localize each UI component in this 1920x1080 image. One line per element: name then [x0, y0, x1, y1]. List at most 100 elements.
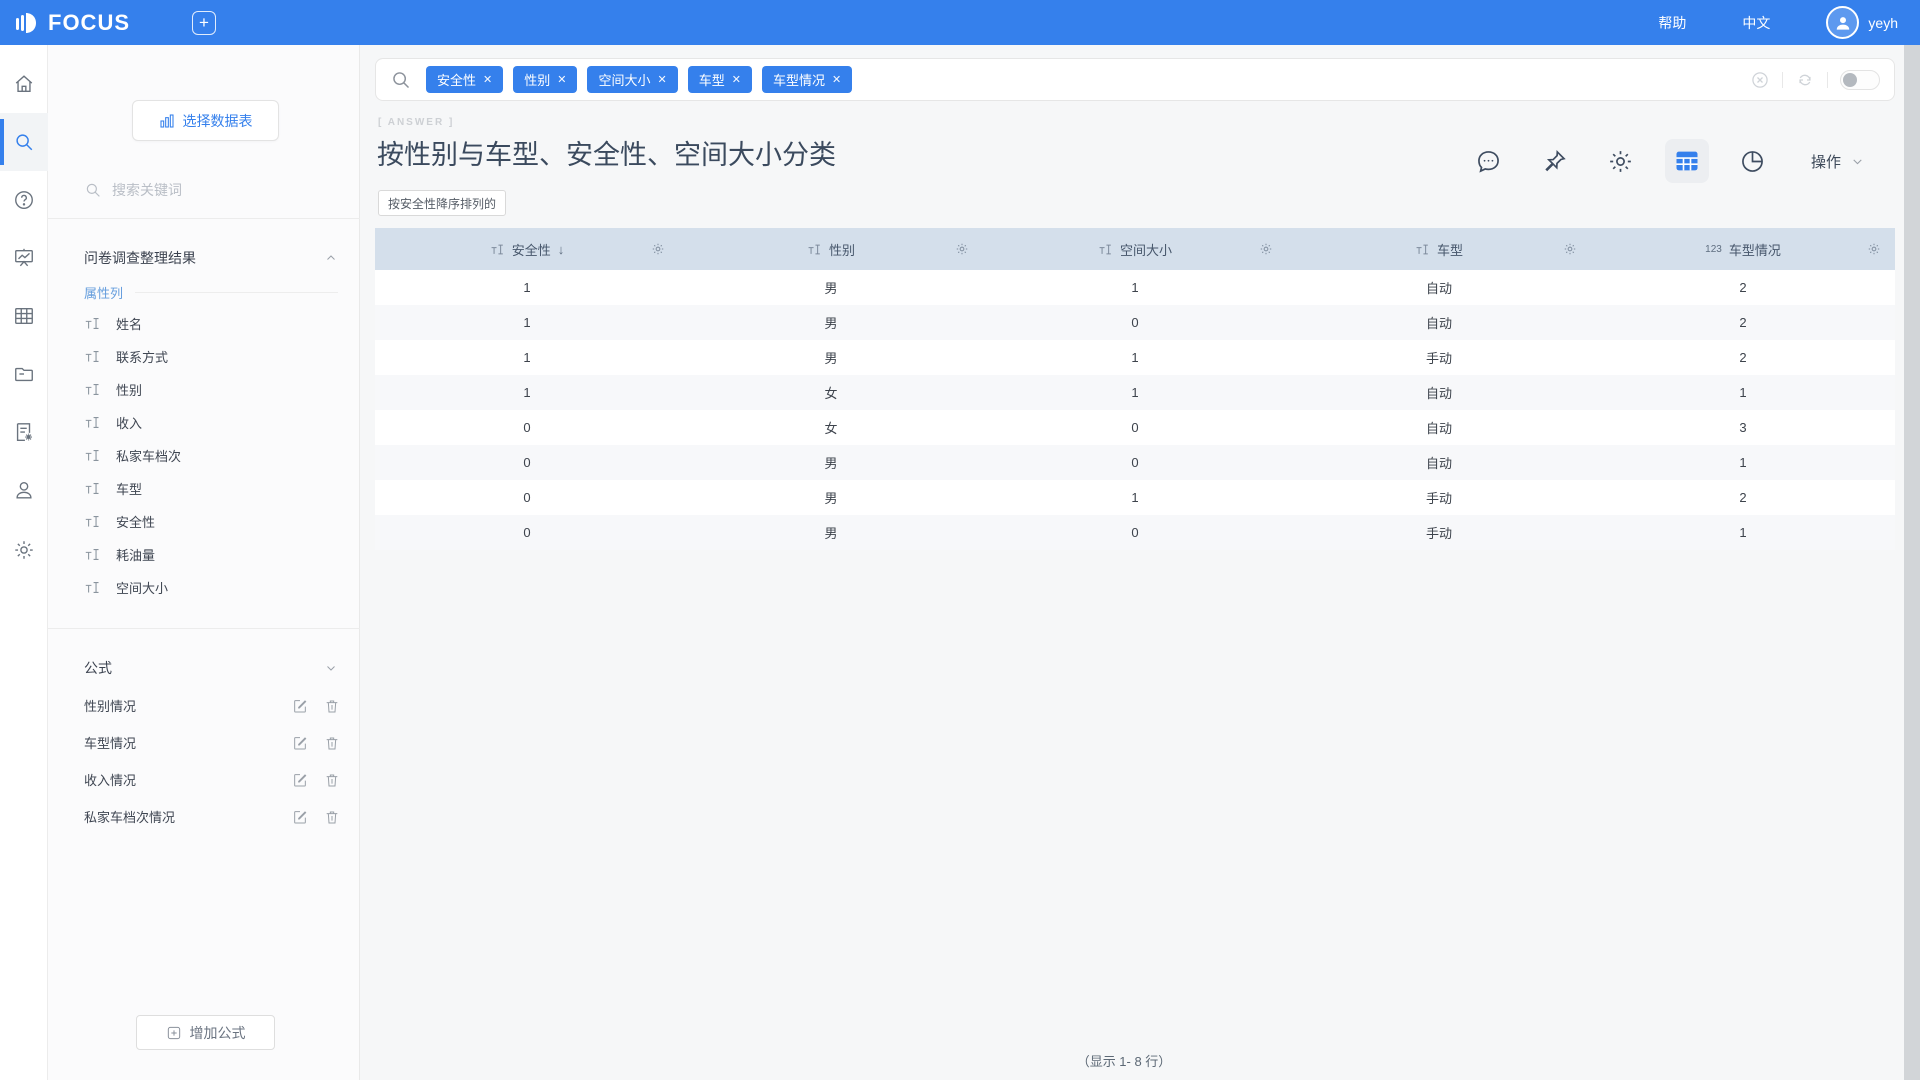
- close-icon[interactable]: ✕: [557, 73, 566, 86]
- close-icon[interactable]: ✕: [483, 73, 492, 86]
- attribute-type-icon: [84, 579, 101, 596]
- nav-data-table[interactable]: [0, 287, 48, 345]
- dataset-title: 问卷调查整理结果: [84, 248, 196, 268]
- nav-folder[interactable]: [0, 345, 48, 403]
- attribute-item[interactable]: 车型: [84, 472, 338, 505]
- column-gear-icon[interactable]: [1867, 242, 1881, 256]
- column-header[interactable]: 性别: [679, 228, 983, 270]
- vertical-scrollbar[interactable]: [1904, 45, 1920, 1080]
- attribute-type-icon: [807, 242, 822, 257]
- attribute-type-icon: [490, 242, 505, 257]
- language-link[interactable]: 中文: [1742, 13, 1770, 33]
- edit-icon[interactable]: [292, 772, 308, 788]
- select-datatable-button[interactable]: 选择数据表: [132, 100, 279, 141]
- query-tag[interactable]: 性别✕: [513, 66, 577, 93]
- formula-item[interactable]: 收入情况: [84, 761, 340, 798]
- presentation-chart-icon: [13, 247, 35, 269]
- table-row[interactable]: 0女0自动3: [375, 410, 1895, 445]
- query-searchbar[interactable]: 安全性✕ 性别✕ 空间大小✕ 车型✕ 车型情况✕: [375, 58, 1895, 101]
- close-icon[interactable]: ✕: [657, 73, 666, 86]
- formula-section-header[interactable]: 公式: [84, 658, 337, 678]
- close-icon[interactable]: ✕: [732, 73, 741, 86]
- nav-home[interactable]: [0, 55, 48, 113]
- table-row[interactable]: 1男1自动2: [375, 270, 1895, 305]
- table-row[interactable]: 0男0手动1: [375, 515, 1895, 550]
- table-row[interactable]: 0男1手动2: [375, 480, 1895, 515]
- column-header[interactable]: 123 车型情况: [1591, 228, 1895, 270]
- sidebar: 选择数据表 搜索关键词 问卷调查整理结果 属性列 姓名 联系方式 性别 收入 私…: [48, 45, 360, 1080]
- formula-item[interactable]: 性别情况: [84, 687, 340, 724]
- table-row[interactable]: 1女1自动1: [375, 375, 1895, 410]
- query-tag[interactable]: 空间大小✕: [587, 66, 677, 93]
- sort-description-chip: 按安全性降序排列的: [378, 190, 506, 216]
- table-row[interactable]: 0男0自动1: [375, 445, 1895, 480]
- attribute-type-icon: [84, 381, 101, 398]
- attribute-type-icon: [84, 546, 101, 563]
- attribute-type-icon: [84, 348, 101, 365]
- auto-run-toggle[interactable]: [1840, 70, 1880, 90]
- keyword-search-input[interactable]: 搜索关键词: [84, 180, 324, 200]
- attribute-item[interactable]: 性别: [84, 373, 338, 406]
- settings-button[interactable]: [1599, 139, 1643, 183]
- edit-icon[interactable]: [292, 735, 308, 751]
- nav-report-config[interactable]: [0, 403, 48, 461]
- formula-item[interactable]: 私家车档次情况: [84, 798, 340, 835]
- keyword-search-placeholder: 搜索关键词: [112, 180, 182, 200]
- column-gear-icon[interactable]: [1259, 242, 1273, 256]
- divider: [135, 292, 338, 293]
- attribute-item[interactable]: 收入: [84, 406, 338, 439]
- attribute-item[interactable]: 私家车档次: [84, 439, 338, 472]
- attribute-item[interactable]: 姓名: [84, 307, 338, 340]
- answer-actions: 操作: [1445, 139, 1864, 183]
- chart-view-button[interactable]: [1731, 139, 1775, 183]
- attribute-item[interactable]: 安全性: [84, 505, 338, 538]
- divider: [1782, 72, 1783, 88]
- nav-settings[interactable]: [0, 521, 48, 579]
- nav-search[interactable]: [0, 113, 48, 171]
- table-view-button[interactable]: [1665, 139, 1709, 183]
- close-icon[interactable]: ✕: [832, 73, 841, 86]
- column-header[interactable]: 安全性 ↓: [375, 228, 679, 270]
- nav-help[interactable]: [0, 171, 48, 229]
- table-row[interactable]: 1男1手动2: [375, 340, 1895, 375]
- query-tag[interactable]: 安全性✕: [426, 66, 503, 93]
- column-gear-icon[interactable]: [651, 242, 665, 256]
- formula-item[interactable]: 车型情况: [84, 724, 340, 761]
- nav-rail: [0, 45, 48, 1080]
- attribute-item[interactable]: 耗油量: [84, 538, 338, 571]
- nav-dashboard[interactable]: [0, 229, 48, 287]
- operate-dropdown[interactable]: 操作: [1811, 151, 1864, 172]
- column-gear-icon[interactable]: [1563, 242, 1577, 256]
- add-formula-button[interactable]: 增加公式: [136, 1015, 275, 1050]
- delete-icon[interactable]: [324, 772, 340, 788]
- delete-icon[interactable]: [324, 809, 340, 825]
- dataset-section-header[interactable]: 问卷调查整理结果: [84, 248, 337, 268]
- column-header[interactable]: 车型: [1287, 228, 1591, 270]
- help-link[interactable]: 帮助: [1658, 13, 1686, 33]
- user-avatar[interactable]: [1826, 6, 1859, 39]
- query-tag[interactable]: 车型情况✕: [762, 66, 852, 93]
- attribute-item[interactable]: 联系方式: [84, 340, 338, 373]
- comment-button[interactable]: [1467, 139, 1511, 183]
- attribute-item[interactable]: 空间大小: [84, 571, 338, 604]
- table-row[interactable]: 1男0自动2: [375, 305, 1895, 340]
- pin-button[interactable]: [1533, 139, 1577, 183]
- refresh-icon[interactable]: [1795, 70, 1815, 90]
- edit-icon[interactable]: [292, 698, 308, 714]
- edit-icon[interactable]: [292, 809, 308, 825]
- new-search-button[interactable]: +: [192, 11, 216, 35]
- clear-query-icon[interactable]: [1750, 70, 1770, 90]
- chevron-down-icon[interactable]: [325, 662, 337, 674]
- column-header[interactable]: 空间大小: [983, 228, 1287, 270]
- delete-icon[interactable]: [324, 735, 340, 751]
- chevron-up-icon[interactable]: [325, 252, 337, 264]
- nav-user[interactable]: [0, 461, 48, 519]
- chevron-down-icon: [1851, 155, 1864, 168]
- attribute-type-icon: [84, 315, 101, 332]
- username[interactable]: yeyh: [1868, 15, 1898, 31]
- delete-icon[interactable]: [324, 698, 340, 714]
- column-gear-icon[interactable]: [955, 242, 969, 256]
- divider: [1827, 72, 1828, 88]
- sort-desc-icon[interactable]: ↓: [558, 242, 565, 257]
- query-tag[interactable]: 车型✕: [688, 66, 752, 93]
